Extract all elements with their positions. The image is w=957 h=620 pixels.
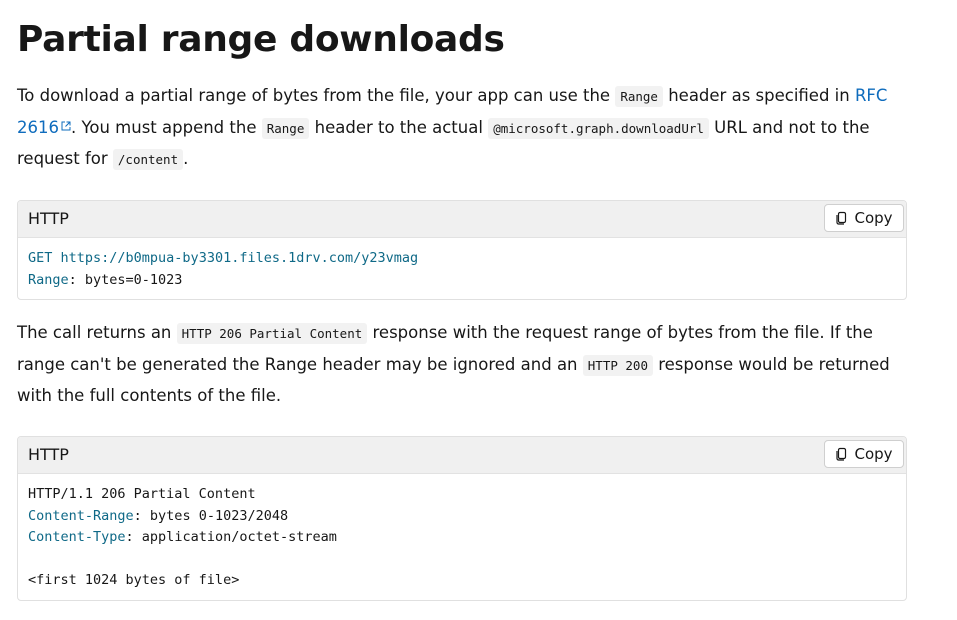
inline-code-http-206: HTTP 206 Partial Content [176, 323, 368, 344]
code-content: GET https://b0mpua-by3301.files.1drv.com… [18, 238, 906, 291]
code-header-key: Content-Range [28, 507, 134, 524]
code-body-line: <first 1024 bytes of file> [28, 572, 240, 588]
copy-icon [835, 447, 849, 461]
page-title: Partial range downloads [17, 19, 505, 60]
copy-button[interactable]: Copy [824, 440, 904, 468]
copy-button[interactable]: Copy [824, 204, 904, 232]
doc-page: Partial range downloads To download a pa… [0, 0, 957, 620]
copy-button-label: Copy [854, 445, 893, 463]
inline-code-range-2: Range [261, 117, 310, 139]
code-url: https://b0mpua-by3301.files.1drv.com/y23… [52, 250, 419, 266]
response-paragraph: The call returns an HTTP 206 Partial Con… [17, 318, 912, 412]
code-header-key: Content-Type [28, 529, 126, 545]
intro-text-2: header as specified in [662, 86, 855, 105]
code-status-line: HTTP/1.1 206 Partial Content [28, 486, 256, 502]
intro-text-6: . [183, 149, 189, 168]
code-content: HTTP/1.1 206 Partial Content Content-Ran… [18, 474, 906, 592]
inline-code-range: Range [615, 86, 663, 107]
code-language-label: HTTP [28, 209, 69, 228]
code-language-label: HTTP [28, 445, 69, 464]
response-text-1: The call returns an [17, 323, 177, 342]
copy-icon [835, 211, 849, 225]
external-link-icon [61, 121, 71, 134]
intro-text-3: . You must append the [71, 117, 262, 137]
code-block-request: HTTP Copy GET https://b0mpua-by3301.file… [17, 200, 907, 300]
inline-code-http-200: HTTP 200 [582, 354, 653, 376]
code-header-value: : bytes 0-1023/2048 [133, 507, 289, 524]
code-block-header: HTTP Copy [18, 437, 906, 474]
intro-text-1: To download a partial range of bytes fro… [17, 86, 616, 105]
intro-text-4: header to the actual [309, 117, 489, 137]
inline-code-content: /content [112, 149, 184, 170]
code-header-value: : application/octet-stream [125, 529, 337, 545]
code-method: GET [28, 250, 53, 266]
code-header-value: : bytes=0-1023 [68, 271, 183, 288]
code-header-key: Range [28, 271, 69, 288]
inline-code-download-url: @microsoft.graph.downloadUrl [488, 117, 709, 139]
code-block-response: HTTP Copy HTTP/1.1 206 Partial Content C… [17, 436, 907, 601]
code-block-header: HTTP Copy [18, 201, 906, 238]
intro-paragraph: To download a partial range of bytes fro… [17, 81, 912, 176]
copy-button-label: Copy [854, 209, 893, 227]
